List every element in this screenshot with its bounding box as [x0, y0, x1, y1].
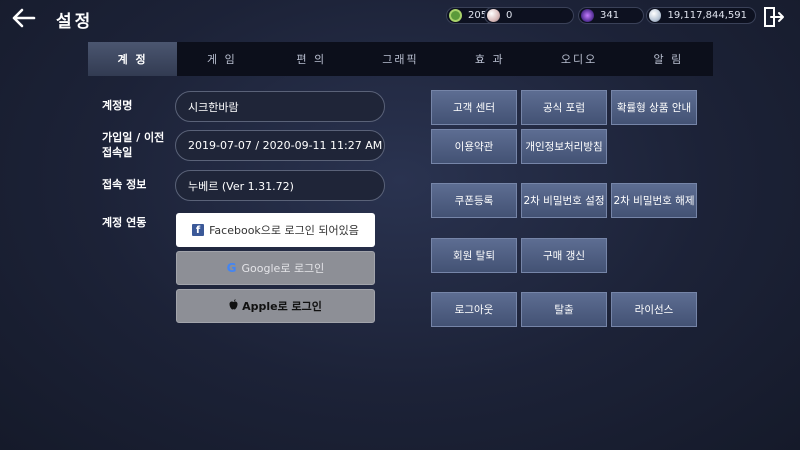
- tab-audio[interactable]: 오디오: [534, 42, 623, 76]
- google-icon: G: [226, 261, 237, 275]
- join-date-label: 가입일 / 이전 접속일: [102, 130, 164, 160]
- escape-button[interactable]: 탈출: [521, 292, 607, 327]
- second-password-set-button[interactable]: 2차 비밀번호 설정: [521, 183, 607, 218]
- tab-graphics[interactable]: 그래픽: [356, 42, 445, 76]
- join-date-field: 2019-07-07 / 2020-09-11 11:27 AM: [175, 130, 385, 161]
- purple-crystal-icon: [581, 9, 594, 22]
- apple-login-label: Apple로 로그인: [242, 300, 322, 313]
- privacy-policy-button[interactable]: 개인정보처리방침: [521, 129, 607, 164]
- currency-crystal: 341: [578, 7, 644, 24]
- probability-info-button[interactable]: 확률형 상품 안내: [611, 90, 697, 125]
- join-date-label-line2: 접속일: [102, 146, 133, 159]
- customer-center-button[interactable]: 고객 센터: [431, 90, 517, 125]
- top-bar: 설정 205/490 0 341 19,117,844,591: [0, 0, 800, 36]
- tab-account[interactable]: 계 정: [88, 42, 178, 76]
- license-button[interactable]: 라이선스: [611, 292, 697, 327]
- access-info-label: 접속 정보: [102, 178, 147, 191]
- tab-game[interactable]: 게 임: [177, 42, 266, 76]
- account-link-label: 계정 연동: [102, 216, 147, 229]
- facebook-login-label: Facebook으로 로그인 되어있음: [209, 224, 359, 237]
- account-name-label: 계정명: [102, 99, 133, 112]
- second-password-remove-button[interactable]: 2차 비밀번호 해제: [611, 183, 697, 218]
- logout-button[interactable]: 로그아웃: [431, 292, 517, 327]
- tab-notifications[interactable]: 알 림: [624, 42, 713, 76]
- back-arrow-icon[interactable]: [10, 5, 38, 31]
- page-title: 설정: [56, 12, 94, 32]
- apple-login-button[interactable]: Apple로 로그인: [176, 289, 375, 323]
- purchase-renew-button[interactable]: 구매 갱신: [521, 238, 607, 273]
- currency-silver: 19,117,844,591: [646, 7, 756, 24]
- currency-value: 0: [506, 10, 513, 21]
- coupon-button[interactable]: 쿠폰등록: [431, 183, 517, 218]
- settings-tabs: 계 정 게 임 편 의 그래픽 효 과 오디오 알 림: [88, 42, 713, 76]
- apple-icon: [229, 299, 238, 313]
- tab-convenience[interactable]: 편 의: [267, 42, 356, 76]
- official-forum-button[interactable]: 공식 포럼: [521, 90, 607, 125]
- account-name-field: 시크한바람: [175, 91, 385, 122]
- facebook-login-button[interactable]: f Facebook으로 로그인 되어있음: [176, 213, 375, 247]
- green-gem-icon: [449, 9, 462, 22]
- pearl-icon: [487, 9, 500, 22]
- facebook-icon: f: [192, 224, 205, 236]
- silver-coin-icon: [649, 9, 662, 22]
- withdraw-button[interactable]: 회원 탈퇴: [431, 238, 517, 273]
- google-login-label: Google로 로그인: [241, 262, 325, 275]
- exit-icon[interactable]: [763, 6, 785, 28]
- tab-effects[interactable]: 효 과: [445, 42, 534, 76]
- access-info-field: 누베르 (Ver 1.31.72): [175, 170, 385, 201]
- google-login-button[interactable]: G Google로 로그인: [176, 251, 375, 285]
- currency-value: 19,117,844,591: [667, 10, 747, 21]
- join-date-label-line1: 가입일 / 이전: [102, 131, 165, 144]
- currency-value: 341: [600, 10, 620, 21]
- terms-button[interactable]: 이용약관: [431, 129, 517, 164]
- currency-pearl: 0: [484, 7, 574, 24]
